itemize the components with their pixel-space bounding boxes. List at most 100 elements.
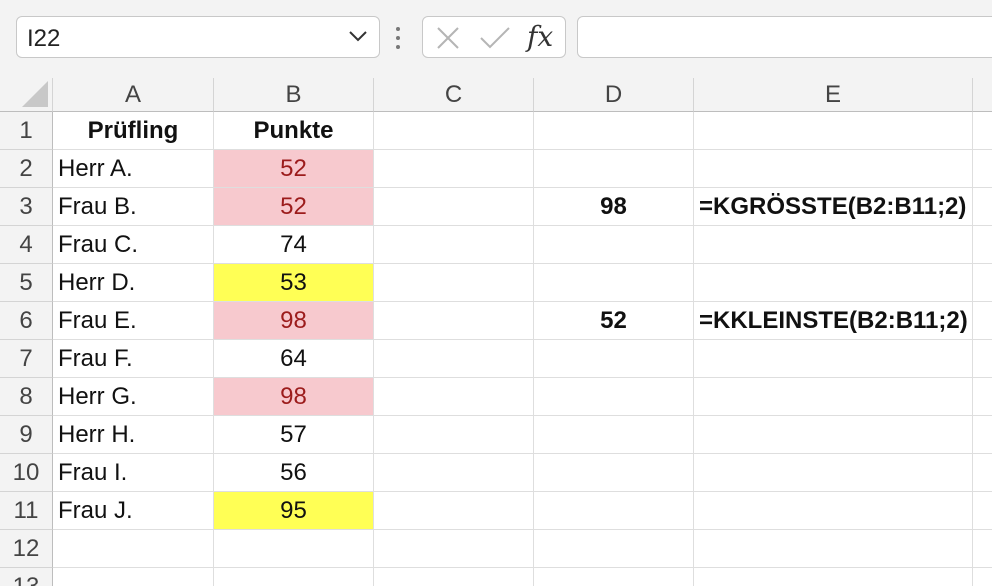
cell-e5[interactable] [694, 264, 973, 302]
row-header-5[interactable]: 5 [0, 264, 53, 302]
select-all-corner[interactable] [0, 78, 53, 112]
cell-e7[interactable] [694, 340, 973, 378]
cell-b11[interactable]: 95 [214, 492, 374, 530]
cell-a13[interactable] [53, 568, 214, 586]
row-header-13[interactable]: 13 [0, 568, 53, 586]
cell-e13[interactable] [694, 568, 973, 586]
cell-c12[interactable] [374, 530, 534, 568]
row-header-8[interactable]: 8 [0, 378, 53, 416]
cell-f12[interactable] [973, 530, 992, 568]
row-header-10[interactable]: 10 [0, 454, 53, 492]
row-header-11[interactable]: 11 [0, 492, 53, 530]
cell-f3[interactable] [973, 188, 992, 226]
cell-a2[interactable]: Herr A. [53, 150, 214, 188]
cell-d8[interactable] [534, 378, 694, 416]
cell-b9[interactable]: 57 [214, 416, 374, 454]
cell-d9[interactable] [534, 416, 694, 454]
column-header-d[interactable]: D [534, 78, 694, 112]
cell-e11[interactable] [694, 492, 973, 530]
cell-b8[interactable]: 98 [214, 378, 374, 416]
row-header-2[interactable]: 2 [0, 150, 53, 188]
cell-d10[interactable] [534, 454, 694, 492]
cell-e9[interactable] [694, 416, 973, 454]
cell-f11[interactable] [973, 492, 992, 530]
cell-a6[interactable]: Frau E. [53, 302, 214, 340]
row-header-6[interactable]: 6 [0, 302, 53, 340]
column-header-e[interactable]: E [694, 78, 973, 112]
cell-d7[interactable] [534, 340, 694, 378]
cell-e8[interactable] [694, 378, 973, 416]
cell-a5[interactable]: Herr D. [53, 264, 214, 302]
cell-d11[interactable] [534, 492, 694, 530]
cell-e1[interactable] [694, 112, 973, 150]
cell-d5[interactable] [534, 264, 694, 302]
cell-c7[interactable] [374, 340, 534, 378]
cell-d13[interactable] [534, 568, 694, 586]
chevron-down-icon[interactable] [347, 25, 369, 47]
cell-f2[interactable] [973, 150, 992, 188]
cell-c8[interactable] [374, 378, 534, 416]
cell-a7[interactable]: Frau F. [53, 340, 214, 378]
row-header-1[interactable]: 1 [0, 112, 53, 150]
cell-b4[interactable]: 74 [214, 226, 374, 264]
cell-d2[interactable] [534, 150, 694, 188]
cell-f7[interactable] [973, 340, 992, 378]
cell-e12[interactable] [694, 530, 973, 568]
cell-c13[interactable] [374, 568, 534, 586]
cell-f10[interactable] [973, 454, 992, 492]
cell-d6[interactable]: 52 [534, 302, 694, 340]
cell-a10[interactable]: Frau I. [53, 454, 214, 492]
cell-a3[interactable]: Frau B. [53, 188, 214, 226]
cell-b12[interactable] [214, 530, 374, 568]
formula-input[interactable] [577, 16, 992, 58]
more-options-icon[interactable] [392, 24, 404, 52]
cell-e10[interactable] [694, 454, 973, 492]
cell-f13[interactable] [973, 568, 992, 586]
cell-a4[interactable]: Frau C. [53, 226, 214, 264]
cell-b10[interactable]: 56 [214, 454, 374, 492]
cell-c9[interactable] [374, 416, 534, 454]
cell-b3[interactable]: 52 [214, 188, 374, 226]
cell-d4[interactable] [534, 226, 694, 264]
cell-d12[interactable] [534, 530, 694, 568]
cell-a11[interactable]: Frau J. [53, 492, 214, 530]
cell-c5[interactable] [374, 264, 534, 302]
cell-b6[interactable]: 98 [214, 302, 374, 340]
cell-b5[interactable]: 53 [214, 264, 374, 302]
row-header-12[interactable]: 12 [0, 530, 53, 568]
cell-a8[interactable]: Herr G. [53, 378, 214, 416]
cell-c11[interactable] [374, 492, 534, 530]
cell-e3[interactable]: =KGRÖSSTE(B2:B11;2) [694, 188, 973, 226]
cell-a12[interactable] [53, 530, 214, 568]
cell-b13[interactable] [214, 568, 374, 586]
cell-c3[interactable] [374, 188, 534, 226]
row-header-9[interactable]: 9 [0, 416, 53, 454]
column-header-a[interactable]: A [53, 78, 214, 112]
cell-d1[interactable] [534, 112, 694, 150]
row-header-3[interactable]: 3 [0, 188, 53, 226]
enter-check-icon[interactable] [479, 25, 511, 51]
insert-function-icon[interactable]: fx [527, 20, 553, 53]
column-header-b[interactable]: B [214, 78, 374, 112]
cell-c4[interactable] [374, 226, 534, 264]
cell-a9[interactable]: Herr H. [53, 416, 214, 454]
cell-f1[interactable] [973, 112, 992, 150]
cell-c10[interactable] [374, 454, 534, 492]
column-header-c[interactable]: C [374, 78, 534, 112]
cell-f8[interactable] [973, 378, 992, 416]
name-box[interactable]: I22 [16, 16, 380, 58]
cell-f4[interactable] [973, 226, 992, 264]
cell-e2[interactable] [694, 150, 973, 188]
row-header-7[interactable]: 7 [0, 340, 53, 378]
cell-c1[interactable] [374, 112, 534, 150]
cell-b1[interactable]: Punkte [214, 112, 374, 150]
cell-f6[interactable] [973, 302, 992, 340]
cell-a1[interactable]: Prüfling [53, 112, 214, 150]
cancel-icon[interactable] [435, 25, 461, 51]
cell-c6[interactable] [374, 302, 534, 340]
cell-e6[interactable]: =KKLEINSTE(B2:B11;2) [694, 302, 973, 340]
cell-f5[interactable] [973, 264, 992, 302]
row-header-4[interactable]: 4 [0, 226, 53, 264]
cell-f9[interactable] [973, 416, 992, 454]
cell-d3[interactable]: 98 [534, 188, 694, 226]
